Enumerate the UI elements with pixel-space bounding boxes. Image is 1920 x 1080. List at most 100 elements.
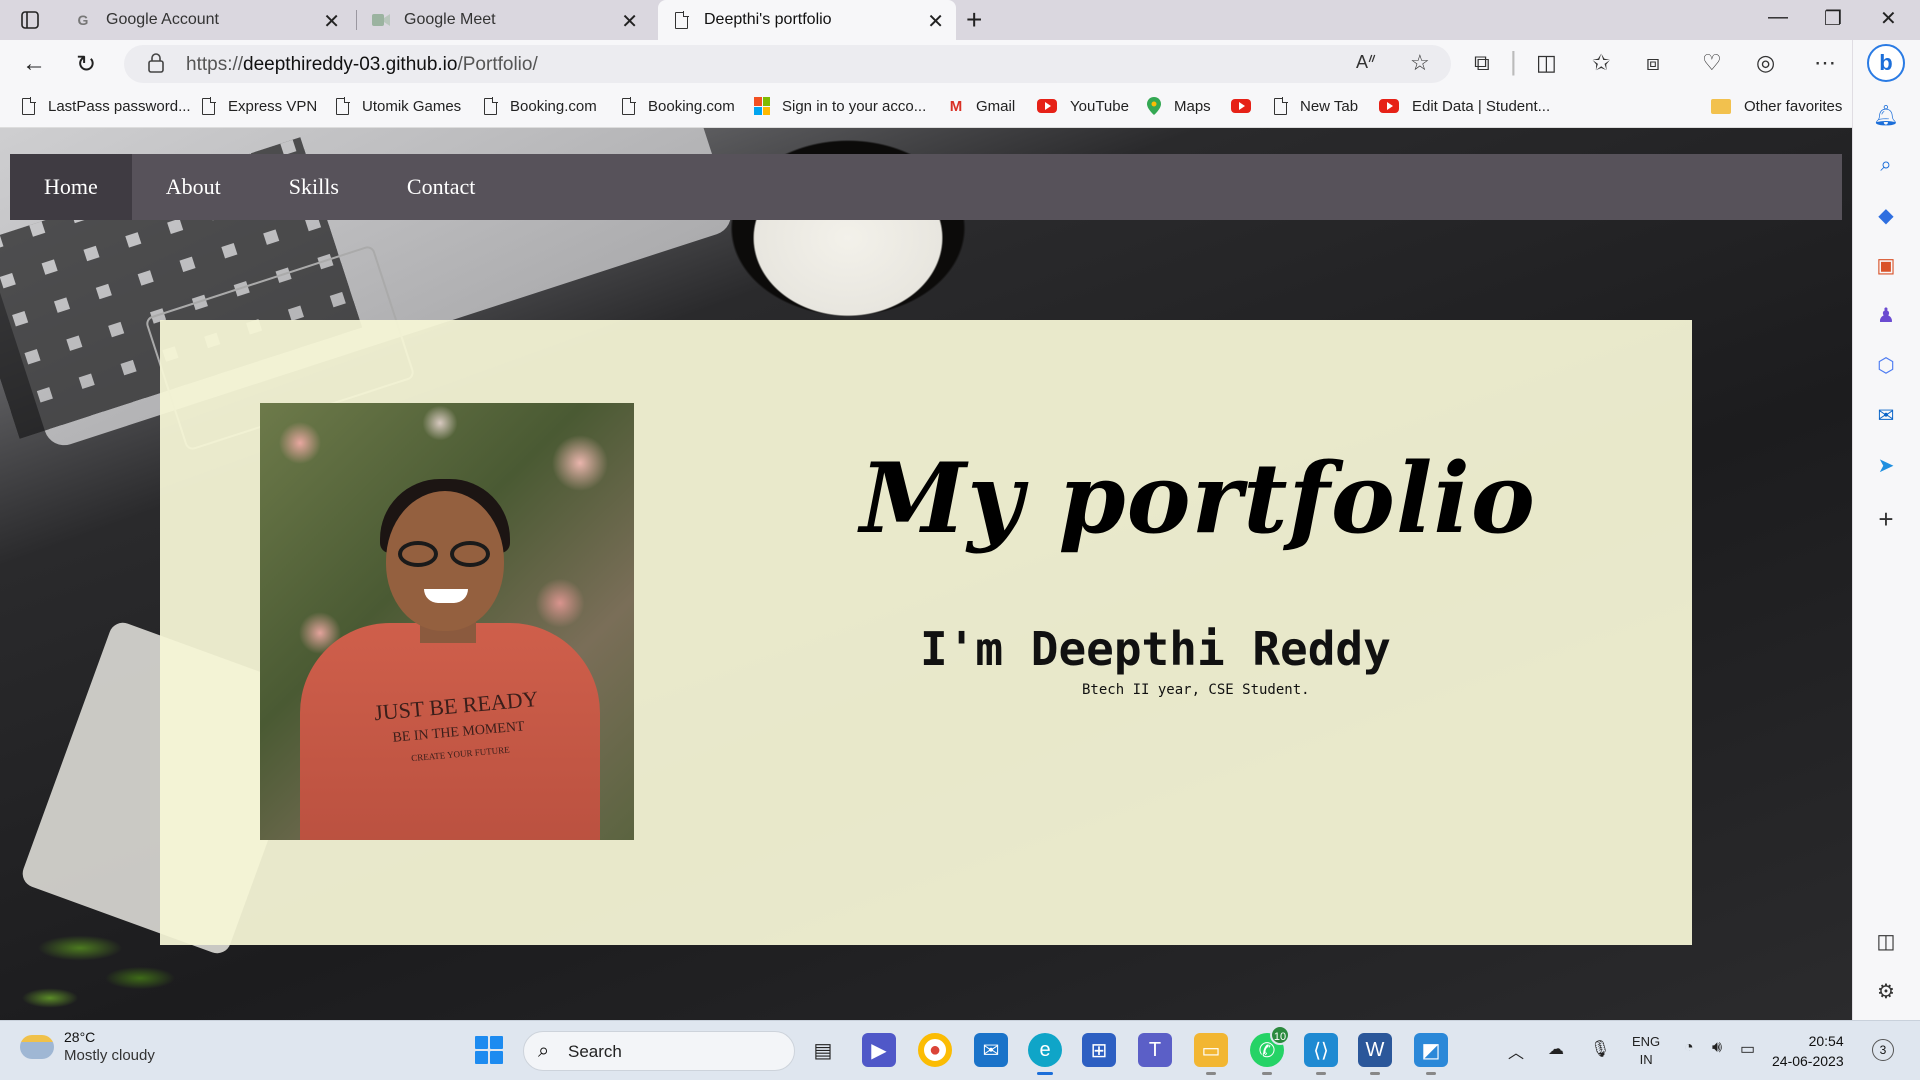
close-icon[interactable]: ✕: [927, 9, 944, 34]
teams-icon[interactable]: T: [1138, 1033, 1172, 1067]
bookmark-express-vpn[interactable]: Express VPN: [200, 96, 317, 115]
close-icon[interactable]: ✕: [621, 9, 638, 34]
nav-contact[interactable]: Contact: [373, 154, 509, 220]
tab-deepthis-portfolio[interactable]: Deepthi's portfolio ✕: [658, 0, 956, 40]
battery-icon[interactable]: ▭: [1740, 1039, 1755, 1059]
nav-about[interactable]: About: [132, 154, 255, 220]
hide-sidebar-icon[interactable]: ◫: [1871, 926, 1901, 956]
youtube-icon: [1036, 97, 1058, 115]
microsoft-store-icon[interactable]: ⊞: [1082, 1033, 1116, 1067]
bookmark-lastpass[interactable]: LastPass password...: [20, 96, 191, 115]
maps-pin-icon: [1146, 97, 1162, 115]
bookmark-gmail[interactable]: M Gmail: [948, 97, 1015, 115]
other-favorites-folder[interactable]: Other favorites: [1710, 97, 1842, 115]
profile-photo: JUST BE READY BE IN THE MOMENT CREATE YO…: [260, 403, 634, 840]
bing-copilot-icon[interactable]: b: [1867, 44, 1905, 82]
whatsapp-icon[interactable]: ✆ 10: [1250, 1025, 1290, 1075]
tab-google-meet[interactable]: Google Meet ✕: [358, 0, 650, 40]
youtube-icon: [1230, 97, 1252, 115]
search-icon: ⌕: [538, 1040, 550, 1062]
drop-icon[interactable]: ➤: [1871, 450, 1901, 480]
outlook-icon[interactable]: ✉: [1871, 400, 1901, 430]
url-text: https://deepthireddy-03.github.io/Portfo…: [186, 54, 538, 75]
nav-home[interactable]: Home: [10, 154, 132, 220]
bookmark-booking-1[interactable]: Booking.com: [482, 96, 597, 115]
address-bar[interactable]: https://deepthireddy-03.github.io/Portfo…: [124, 45, 1451, 83]
back-arrow-icon[interactable]: ←: [22, 50, 46, 78]
teams-chat-icon[interactable]: ▶: [862, 1033, 896, 1067]
split-screen-icon[interactable]: ◫: [1536, 50, 1557, 76]
minimize-icon[interactable]: —: [1768, 6, 1788, 29]
bookmark-booking-2[interactable]: Booking.com: [620, 96, 735, 115]
window-close-icon[interactable]: ✕: [1880, 6, 1897, 31]
bookmark-microsoft-signin[interactable]: Sign in to your acco...: [754, 97, 926, 115]
windows-taskbar: 28°C Mostly cloudy ⌕ Search ▤ ▶ ● ✉ e ⊞ …: [0, 1020, 1920, 1080]
edge-sidebar: b 🔔︎ ⌕ ◆ ▣ ♟ ⬡ ✉ ➤ + ◫ ⚙: [1852, 40, 1920, 1020]
file-explorer-icon[interactable]: ▭: [1194, 1033, 1228, 1075]
tab-divider: [356, 10, 357, 30]
notification-bell-icon[interactable]: 🔔︎: [1871, 100, 1901, 130]
add-sidebar-app-icon[interactable]: +: [1871, 504, 1901, 534]
tools-briefcase-icon[interactable]: ▣: [1871, 250, 1901, 280]
page-icon: [20, 96, 36, 115]
tab-actions-icon[interactable]: [14, 8, 46, 32]
refresh-icon[interactable]: ↻: [76, 50, 96, 79]
intro-subtitle: Btech II year, CSE Student.: [1082, 682, 1310, 698]
folder-icon: [1710, 97, 1732, 115]
volume-icon[interactable]: 🔊︎: [1712, 1039, 1722, 1057]
toolbar-divider: |: [1510, 46, 1517, 76]
tab-google-account[interactable]: G Google Account ✕: [60, 0, 352, 40]
more-menu-icon[interactable]: ⋯: [1814, 50, 1836, 76]
vscode-icon[interactable]: ⟨⟩: [1304, 1033, 1338, 1075]
intro-name: I'm Deepthi Reddy: [920, 622, 1391, 676]
photo-glasses: [398, 541, 494, 569]
read-aloud-icon[interactable]: Aᐥ: [1356, 52, 1376, 73]
page-icon: [672, 10, 690, 29]
show-hidden-icons-chevron-icon[interactable]: ︿: [1508, 1039, 1524, 1063]
bookmark-youtube[interactable]: YouTube: [1036, 97, 1129, 115]
bookmark-edit-data[interactable]: Edit Data | Student...: [1378, 97, 1550, 115]
windows-start-icon[interactable]: [472, 1033, 506, 1067]
nav-skills[interactable]: Skills: [255, 154, 373, 220]
collections-icon[interactable]: ⧈: [1646, 50, 1660, 76]
word-icon[interactable]: W: [1358, 1033, 1392, 1075]
microsoft-icon: [754, 97, 770, 115]
edge-browser-icon[interactable]: e: [1028, 1033, 1062, 1075]
wifi-icon[interactable]: ◔: [1684, 1039, 1694, 1057]
language-indicator[interactable]: ENG IN: [1632, 1033, 1660, 1069]
taskbar-search[interactable]: ⌕ Search: [523, 1031, 795, 1071]
shopping-tag-icon[interactable]: ◆: [1871, 200, 1901, 230]
portfolio-title: My portfolio: [860, 442, 1536, 555]
microphone-icon[interactable]: 🎙︎: [1590, 1039, 1610, 1059]
page-icon: [200, 96, 216, 115]
new-tab-plus-icon[interactable]: +: [966, 4, 982, 36]
weather-widget[interactable]: 28°C Mostly cloudy: [20, 1029, 155, 1064]
task-view-icon[interactable]: ▤: [806, 1033, 840, 1067]
gmail-icon: M: [949, 97, 963, 115]
notification-count[interactable]: 3: [1872, 1039, 1894, 1061]
favorites-icon[interactable]: ✩: [1592, 50, 1610, 76]
bookmark-utomik-games[interactable]: Utomik Games: [334, 96, 461, 115]
chrome-icon[interactable]: ●: [918, 1033, 952, 1067]
search-icon[interactable]: ⌕: [1871, 150, 1901, 180]
lock-icon[interactable]: [148, 53, 164, 78]
close-icon[interactable]: ✕: [323, 9, 340, 34]
sidebar-settings-gear-icon[interactable]: ⚙: [1871, 976, 1901, 1006]
browser-essentials-icon[interactable]: ♡: [1702, 50, 1722, 76]
bookmark-new-tab[interactable]: New Tab: [1272, 96, 1358, 115]
favorite-star-icon[interactable]: ☆: [1410, 50, 1430, 76]
onedrive-cloud-icon[interactable]: ☁: [1548, 1039, 1564, 1059]
browser-toolbar: ← ↻ https://deepthireddy-03.github.io/Po…: [0, 40, 1920, 88]
bookmark-maps[interactable]: Maps: [1146, 97, 1211, 115]
google-g-icon: G: [77, 12, 89, 28]
microsoft-365-icon[interactable]: ⬡: [1871, 350, 1901, 380]
mail-icon[interactable]: ✉: [974, 1033, 1008, 1067]
photos-app-icon[interactable]: ◩: [1414, 1033, 1448, 1075]
profile-avatar-icon[interactable]: ◎: [1756, 50, 1775, 76]
restore-icon[interactable]: ❐: [1824, 6, 1842, 31]
bookmark-youtube-2[interactable]: [1230, 97, 1264, 115]
page-icon: [1272, 96, 1288, 115]
extensions-puzzle-icon[interactable]: ⧉: [1474, 50, 1490, 76]
games-chess-icon[interactable]: ♟: [1871, 300, 1901, 330]
clock[interactable]: 20:54 24-06-2023: [1772, 1031, 1844, 1071]
